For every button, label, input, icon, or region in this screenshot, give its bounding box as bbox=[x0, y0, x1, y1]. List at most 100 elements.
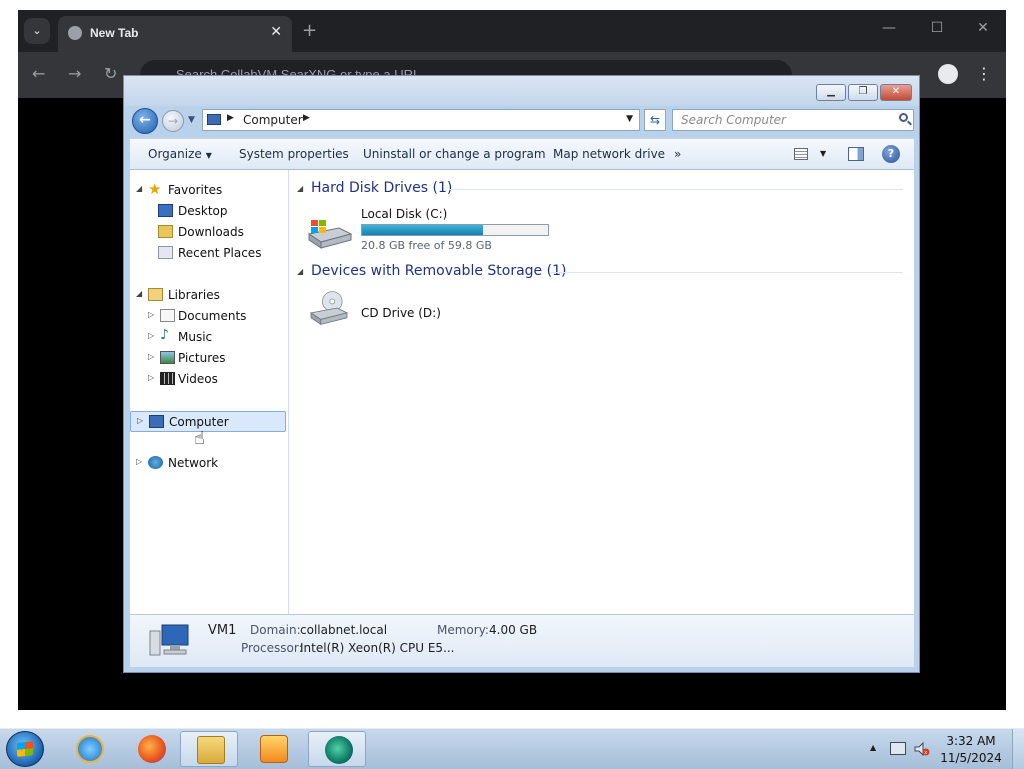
nav-item-documents[interactable]: ▷ Documents bbox=[130, 306, 286, 327]
refresh-button[interactable]: ⇆ bbox=[644, 109, 666, 131]
change-view-icon[interactable] bbox=[794, 148, 808, 160]
clock-date[interactable]: 11/5/2024 bbox=[940, 751, 1002, 765]
tab-title: New Tab bbox=[90, 26, 139, 40]
globe-icon bbox=[68, 26, 82, 40]
star-icon: ★ bbox=[148, 180, 162, 198]
explorer-minimize-button[interactable]: ▁ bbox=[816, 84, 846, 101]
computer-name: VM1 bbox=[208, 623, 237, 638]
capacity-bar bbox=[361, 224, 549, 236]
taskbar-internet-explorer[interactable] bbox=[60, 731, 118, 767]
search-icon[interactable] bbox=[899, 113, 908, 122]
nav-item-music[interactable]: ▷ ♪ Music bbox=[130, 327, 286, 348]
browser-tab[interactable]: New Tab ✕ bbox=[58, 16, 292, 52]
tab-search-button[interactable]: ⌄ bbox=[24, 18, 50, 44]
expanded-triangle-icon[interactable]: ◢ bbox=[136, 289, 142, 298]
breadcrumb-chevron-icon[interactable]: ▶ bbox=[227, 113, 234, 123]
nav-label: Pictures bbox=[178, 351, 226, 365]
browser-menu-icon[interactable]: ⋮ bbox=[976, 64, 992, 83]
group-header-hard-disk-drives[interactable]: ◢ Hard Disk Drives (1) bbox=[289, 178, 909, 200]
nav-label: Favorites bbox=[168, 183, 223, 197]
taskbar-windows-explorer[interactable] bbox=[180, 731, 238, 767]
nav-item-recent-places[interactable]: Recent Places bbox=[130, 243, 286, 264]
minimize-button[interactable]: — bbox=[874, 20, 904, 36]
reload-icon[interactable]: ↻ bbox=[104, 64, 117, 83]
more-commands-button[interactable]: » bbox=[674, 147, 681, 161]
nav-label: Downloads bbox=[178, 225, 244, 239]
nav-label: Computer bbox=[169, 415, 229, 429]
breadcrumb-computer[interactable]: Computer bbox=[243, 113, 303, 127]
forward-arrow-icon[interactable]: → bbox=[68, 64, 81, 83]
history-dropdown-icon[interactable]: ▼ bbox=[188, 115, 195, 125]
profile-avatar-icon[interactable] bbox=[938, 64, 958, 84]
computer-icon bbox=[149, 415, 164, 428]
nav-item-network[interactable]: ▷ Network bbox=[130, 453, 286, 474]
back-arrow-icon[interactable]: ← bbox=[32, 64, 45, 83]
computer-icon bbox=[207, 114, 221, 125]
uninstall-program-button[interactable]: Uninstall or change a program bbox=[363, 147, 546, 161]
close-window-button[interactable]: ✕ bbox=[968, 20, 998, 36]
system-properties-button[interactable]: System properties bbox=[239, 147, 349, 161]
nav-label: Libraries bbox=[168, 288, 220, 302]
maximize-button[interactable]: ☐ bbox=[922, 20, 952, 36]
collapsed-triangle-icon[interactable]: ▷ bbox=[148, 310, 154, 319]
search-input[interactable]: Search Computer bbox=[672, 109, 914, 131]
nav-item-pictures[interactable]: ▷ Pictures bbox=[130, 348, 286, 369]
chevron-down-icon[interactable]: ▼ bbox=[820, 149, 826, 158]
volume-muted-icon[interactable]: x bbox=[914, 742, 930, 756]
windows-logo-icon bbox=[17, 741, 33, 757]
nav-item-libraries[interactable]: ◢ Libraries bbox=[130, 285, 286, 306]
videos-icon bbox=[160, 372, 175, 385]
address-dropdown-icon[interactable]: ▼ bbox=[626, 114, 633, 124]
group-header-removable-storage[interactable]: ◢ Devices with Removable Storage (1) bbox=[289, 261, 909, 283]
show-hidden-icons-icon[interactable]: ▲ bbox=[870, 743, 876, 752]
address-bar[interactable]: ▶ Computer ▶ ▼ bbox=[202, 109, 640, 131]
network-tray-icon[interactable] bbox=[890, 742, 906, 755]
music-icon: ♪ bbox=[160, 327, 169, 343]
nav-item-computer[interactable]: ▷ Computer bbox=[130, 411, 286, 432]
back-button[interactable]: ← bbox=[132, 108, 158, 134]
expanded-triangle-icon[interactable]: ◢ bbox=[297, 184, 303, 193]
browser-tabstrip: ⌄ New Tab ✕ + — ☐ ✕ bbox=[18, 10, 1006, 52]
taskbar-media-player[interactable] bbox=[244, 731, 302, 767]
collapsed-triangle-icon[interactable]: ▷ bbox=[136, 457, 142, 466]
close-tab-icon[interactable]: ✕ bbox=[270, 24, 282, 40]
collapsed-triangle-icon[interactable]: ▷ bbox=[148, 331, 154, 340]
start-button[interactable] bbox=[6, 731, 44, 767]
chevron-down-icon: ▼ bbox=[205, 151, 212, 160]
explorer-restore-button[interactable]: ❐ bbox=[848, 84, 878, 101]
nav-item-downloads[interactable]: Downloads bbox=[130, 222, 286, 243]
show-desktop-button[interactable] bbox=[1012, 729, 1024, 769]
nav-item-favorites[interactable]: ◢ ★ Favorites bbox=[130, 180, 286, 201]
nav-item-desktop[interactable]: Desktop bbox=[130, 201, 286, 222]
libraries-icon bbox=[148, 288, 163, 301]
forward-button[interactable]: → bbox=[162, 110, 184, 132]
breadcrumb-chevron-icon[interactable]: ▶ bbox=[303, 113, 310, 123]
memory-label: Memory: bbox=[437, 623, 489, 637]
explorer-titlebar[interactable]: ▁ ❐ ✕ bbox=[124, 76, 919, 106]
collapsed-triangle-icon[interactable]: ▷ bbox=[137, 416, 143, 425]
nav-item-videos[interactable]: ▷ Videos bbox=[130, 369, 286, 390]
command-bar: Organize ▼ System properties Uninstall or… bbox=[130, 138, 914, 170]
nav-label: Music bbox=[178, 330, 213, 344]
collapsed-triangle-icon[interactable]: ▷ bbox=[148, 352, 154, 361]
domain-value: collabnet.local bbox=[300, 623, 388, 637]
search-placeholder: Search Computer bbox=[681, 113, 786, 127]
nav-label: Recent Places bbox=[178, 246, 262, 260]
organize-button[interactable]: Organize ▼ bbox=[148, 147, 212, 161]
expanded-triangle-icon[interactable]: ◢ bbox=[136, 184, 142, 193]
details-pane: VM1 Domain: collabnet.local Memory: 4.00… bbox=[130, 614, 914, 667]
map-network-drive-button[interactable]: Map network drive bbox=[553, 147, 665, 161]
processor-value: Intel(R) Xeon(R) CPU E5... bbox=[300, 641, 455, 655]
expanded-triangle-icon[interactable]: ◢ bbox=[297, 267, 303, 276]
collapsed-triangle-icon[interactable]: ▷ bbox=[148, 373, 154, 382]
help-icon[interactable]: ? bbox=[882, 145, 900, 163]
taskbar-firefox[interactable] bbox=[122, 731, 180, 767]
preview-pane-icon[interactable] bbox=[848, 147, 864, 161]
clock-time[interactable]: 3:32 AM bbox=[940, 734, 1002, 748]
address-bar-row: ← → ▼ ▶ Computer ▶ ▼ ⇆ Search Computer bbox=[130, 106, 914, 136]
taskbar-browser[interactable] bbox=[308, 731, 366, 767]
new-tab-button[interactable]: + bbox=[302, 20, 317, 41]
firefox-icon bbox=[138, 735, 166, 763]
taskbar: ▲ x 3:32 AM 11/5/2024 bbox=[0, 728, 1024, 769]
explorer-close-button[interactable]: ✕ bbox=[880, 84, 912, 101]
